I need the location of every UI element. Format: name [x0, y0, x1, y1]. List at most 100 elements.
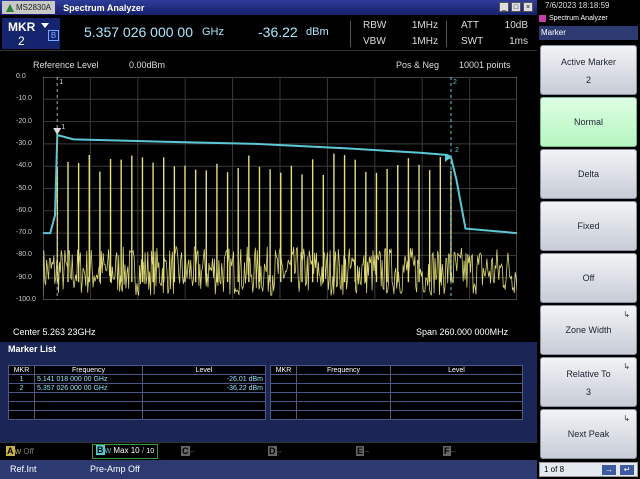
marker-1-icon — [53, 128, 62, 136]
att-value: 10dB — [504, 20, 528, 31]
softkey-label: Normal — [573, 117, 603, 127]
trace-b-state: Max — [113, 446, 129, 455]
marker-level-cell: -26.01 dBm — [142, 374, 266, 384]
center-frequency: Center 5.263 23GHz — [13, 327, 96, 337]
marker-id: 1 — [8, 374, 35, 384]
table-row[interactable] — [270, 383, 523, 393]
model-badge: MS2830A — [2, 1, 56, 14]
marker-tag: 1 — [61, 124, 65, 131]
marker-table-right: MKR Frequency Level — [270, 365, 523, 420]
y-tick-label: -80.0 — [16, 251, 32, 259]
vbw-label: VBW — [363, 36, 386, 47]
return-button[interactable]: ↵ — [620, 465, 634, 475]
table-row[interactable] — [270, 410, 523, 420]
title-bar: MS2830A Spectrum Analyzer _ □ × — [0, 0, 537, 15]
page-indicator: 1 of 8 — [544, 465, 565, 474]
softkey-label: Active Marker — [560, 57, 616, 67]
y-tick-label: -90.0 — [16, 273, 32, 281]
minimize-button[interactable]: _ — [499, 2, 509, 12]
table-row[interactable] — [270, 401, 523, 411]
submenu-arrow-icon: ↳ — [623, 414, 630, 423]
marker-level-unit: dBm — [306, 26, 329, 38]
softkey-value: 3 — [585, 387, 591, 397]
y-tick-label: -60.0 — [16, 206, 32, 214]
delta-softkey[interactable]: Delta — [540, 149, 637, 199]
softkey-label: Delta — [577, 169, 599, 179]
table-row[interactable] — [270, 392, 523, 402]
trace-a[interactable]: AW Off — [6, 446, 34, 456]
next-peak-softkey[interactable]: ↳ Next Peak — [540, 409, 637, 459]
close-button[interactable]: × — [523, 2, 533, 12]
divider — [350, 21, 351, 47]
trace-c-label: C — [181, 446, 190, 456]
relative-to-softkey[interactable]: ↳ Relative To 3 — [540, 357, 637, 407]
trace-e[interactable]: E-- — [356, 446, 369, 456]
marker-level: -36.22 — [258, 24, 298, 40]
marker-list-panel: Marker List MKR Frequency Level 1 5.141 … — [0, 342, 537, 442]
reference-level-value: 0.00dBm — [129, 60, 166, 70]
marker-frequency: 5.357 026 000 00 — [84, 24, 193, 40]
next-page-button[interactable]: → — [602, 465, 616, 475]
trace-d[interactable]: D-- — [268, 446, 282, 456]
trace-b-label: B — [96, 445, 105, 455]
marker-level-cell: -36.22 dBm — [142, 383, 266, 393]
att-label: ATT — [461, 20, 480, 31]
model-label: MS2830A — [16, 3, 52, 12]
status-bar: Ref.Int Pre-Amp Off — [0, 460, 537, 479]
column-header: Level — [390, 365, 523, 375]
spectrum-graph[interactable]: Reference Level 0.00dBm Pos & Neg 10001 … — [0, 52, 537, 342]
table-row[interactable] — [8, 410, 266, 420]
column-header: Frequency — [34, 365, 143, 375]
anritsu-logo-icon — [6, 3, 14, 12]
app-indicator-label: Spectrum Analyzer — [549, 14, 608, 22]
trace-f-state: -- — [450, 447, 456, 456]
y-tick-label: -100.0 — [16, 296, 36, 303]
plot-area[interactable]: 1 1 2 2 — [43, 77, 517, 300]
trace-badge: B — [48, 30, 59, 41]
column-header: Level — [142, 365, 266, 375]
dropdown-caret-icon — [41, 23, 49, 28]
active-marker-softkey[interactable]: Active Marker 2 — [540, 45, 637, 95]
marker-frequency-cell: 5.141 018 000 00 GHz — [34, 374, 143, 384]
function-title: Marker — [539, 26, 638, 40]
trace-e-state: -- — [364, 447, 370, 456]
y-tick-label: -40.0 — [16, 162, 32, 170]
trace-b-count: 10 — [130, 446, 140, 455]
y-tick-label: -10.0 — [16, 95, 32, 103]
swt-value: 1ms — [509, 36, 528, 47]
table-row[interactable]: 1 5.141 018 000 00 GHz -26.01 dBm — [8, 374, 266, 384]
reference-level-label: Reference Level — [33, 60, 99, 70]
normal-softkey[interactable]: Normal — [540, 97, 637, 147]
trace-f-label: F — [443, 446, 451, 456]
table-row[interactable] — [8, 401, 266, 411]
trace-c[interactable]: C-- — [181, 446, 195, 456]
softkey-label: Next Peak — [567, 429, 610, 439]
trace-f[interactable]: F-- — [443, 446, 456, 456]
window-controls: _ □ × — [499, 2, 533, 12]
table-row[interactable] — [270, 374, 523, 384]
swt-label: SWT — [461, 36, 484, 47]
table-row[interactable] — [8, 392, 266, 402]
column-header: MKR — [8, 365, 35, 375]
y-tick-label: -50.0 — [16, 184, 32, 192]
detector-mode: Pos & Neg — [396, 60, 440, 70]
trace-a-label: A — [6, 446, 15, 456]
zone-width-softkey[interactable]: ↳ Zone Width — [540, 305, 637, 355]
marker-label: MKR — [8, 20, 36, 34]
trace-b[interactable]: BW Max 10 / 10 — [92, 444, 159, 459]
trace-c-state: -- — [189, 447, 195, 456]
table-row[interactable]: 2 5.357 026 000 00 GHz -36.22 dBm — [8, 383, 266, 393]
rbw-label: RBW — [363, 20, 387, 31]
marker-selector[interactable]: MKR 2 B — [2, 18, 60, 49]
vbw-value: 1MHz — [411, 36, 438, 47]
maximize-button[interactable]: □ — [511, 2, 521, 12]
trace-b-total: 10 — [146, 448, 155, 455]
trace-bar: AW Off BW Max 10 / 10 C-- D-- E-- F-- — [0, 442, 537, 460]
trace-b-sub: W — [104, 448, 112, 455]
span-frequency: Span 260.000 000MHz — [416, 327, 509, 337]
fixed-softkey[interactable]: Fixed — [540, 201, 637, 251]
off-softkey[interactable]: Off — [540, 253, 637, 303]
softkey-label: Zone Width — [565, 325, 612, 335]
y-tick-label: -30.0 — [16, 139, 32, 147]
marker-frequency-cell: 5.357 026 000 00 GHz — [34, 383, 143, 393]
